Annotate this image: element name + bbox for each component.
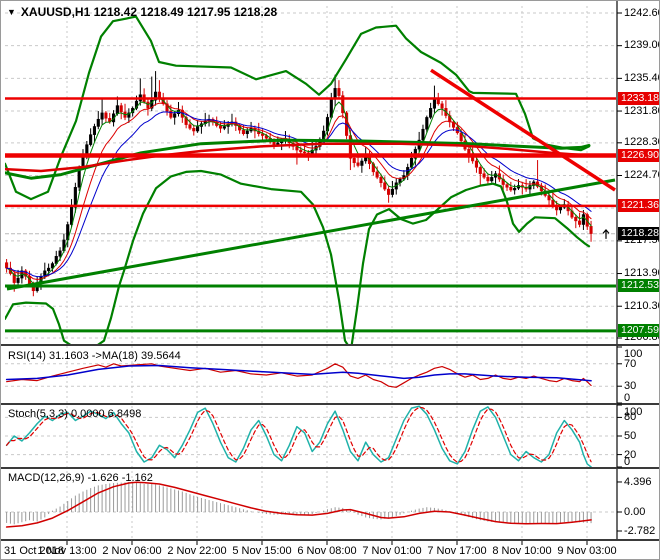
price-badge: 1226.90: [618, 149, 660, 162]
ohlc-readout: 1218.42 1218.49 1217.95 1218.28: [94, 5, 278, 19]
price-badge: 1218.28: [618, 227, 660, 240]
indicator-scale-label: 80: [624, 411, 636, 424]
price-badge: 1221.36: [618, 199, 660, 212]
price-axis-label: 1239.00: [624, 39, 660, 52]
rsi-indicator-label: RSI(14) 31.1603 ->MA(18) 39.5644: [8, 350, 181, 362]
price-badge: 1207.59: [618, 324, 660, 337]
indicator-scale-label: 0: [624, 392, 630, 405]
indicator-scale-label: 0.00: [624, 506, 645, 519]
price-arrow-icon: [603, 230, 609, 239]
price-axis-label: 1224.70: [624, 169, 660, 182]
chart-header: ▼ XAUUSD,H1 1218.42 1218.49 1217.95 1218.…: [7, 5, 277, 19]
indicator-scale-label: -2.782: [624, 525, 655, 538]
symbol-dropdown-icon[interactable]: ▼: [7, 7, 16, 17]
price-axis-label: 1213.90: [624, 267, 660, 280]
price-axis-label: 1231.80: [624, 105, 660, 118]
indicator-scale-label: 4.396: [624, 476, 652, 489]
indicator-scale-label: 0: [624, 456, 630, 469]
indicator-scale-label: 50: [624, 430, 636, 443]
symbol-title: XAUUSD,H1: [21, 5, 90, 19]
trading-chart-window: ▼ XAUUSD,H1 1218.42 1218.49 1217.95 1218.…: [0, 0, 660, 560]
macd-indicator-label: MACD(12,26,9) -1.626 -1.162: [8, 472, 153, 484]
price-badge: 1212.53: [618, 279, 660, 292]
time-axis-label: 9 Nov 03:00: [547, 545, 627, 558]
price-axis-label: 1235.40: [624, 72, 660, 85]
price-axis-label: 1228.30: [624, 136, 660, 149]
indicator-scale-label: 70: [624, 358, 636, 371]
price-axis-label: 1210.30: [624, 300, 660, 313]
stochastic-indicator-label: Stoch(5,3,3) 0.0000 6.8498: [8, 408, 141, 420]
price-axis-label: 1242.60: [624, 7, 660, 20]
price-badge: 1233.18: [618, 92, 660, 105]
